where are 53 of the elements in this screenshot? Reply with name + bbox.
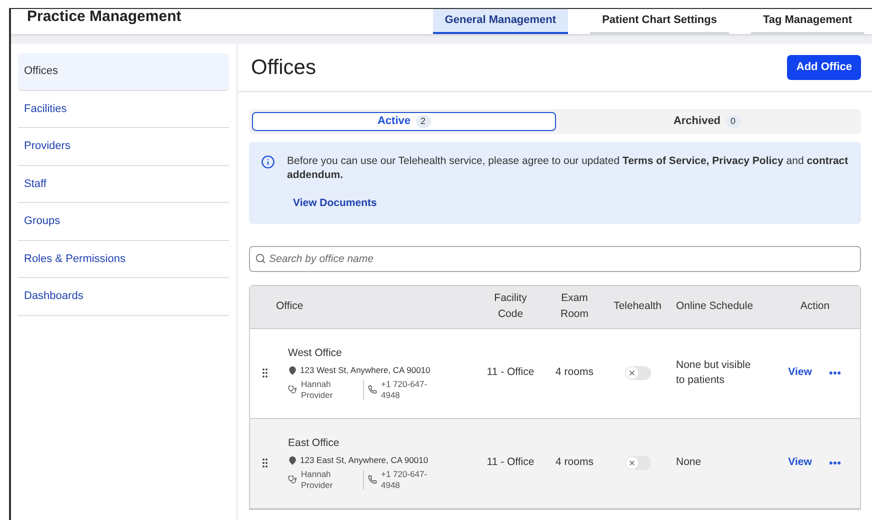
table-cell: None but visible to patients	[676, 358, 751, 386]
column-header: Action	[799, 298, 831, 314]
phone-number: +1 720-647-4948	[381, 378, 428, 400]
sidebar-item[interactable]: Staff	[18, 166, 229, 203]
view-link[interactable]: View	[788, 455, 812, 472]
table-row[interactable]: East Office 123 East St, Anywhere, CA 90010 Hannah Provider +1 720-647-4948 11 - Office 4 rooms None View	[250, 418, 860, 509]
phone-icon	[368, 385, 377, 394]
sidebar-item[interactable]: Groups	[18, 203, 229, 240]
table-cell-text: 11 - Office	[486, 365, 534, 380]
x-icon	[628, 369, 636, 378]
info-icon	[261, 155, 275, 169]
office-name: West Office	[288, 346, 343, 361]
toggle-switch[interactable]	[624, 456, 650, 470]
sidebar-item[interactable]: Roles & Permissions	[18, 240, 229, 278]
table-cell-text: 4 rooms	[556, 455, 594, 470]
table-cell: None	[676, 456, 702, 468]
toggle-switch[interactable]	[624, 366, 650, 380]
status-tab[interactable]: Active 2	[252, 112, 556, 131]
view-link[interactable]: View	[788, 365, 812, 382]
office-name: East Office	[288, 436, 340, 451]
provider-name: Hannah Provider	[301, 378, 334, 400]
column-header: Exam Room	[559, 291, 590, 322]
sidebar-item[interactable]: Offices	[18, 53, 229, 90]
office-address: 123 East St, Anywhere, CA 90010	[300, 454, 428, 466]
phone-icon	[368, 475, 377, 484]
sidebar-item[interactable]: Providers	[18, 128, 229, 166]
x-icon	[628, 459, 636, 468]
add-office-button[interactable]: Add Office	[787, 55, 861, 80]
column-header: Facility Code	[493, 291, 528, 322]
notice-text: Before you can use our Telehealth service, please agree to our updated Terms of Service, Privacy Policy and contract addendum.	[287, 154, 849, 182]
page-title: Offices	[251, 54, 316, 81]
column-header: Online Schedule	[675, 298, 754, 314]
stethoscope-icon	[288, 475, 297, 484]
table-cell-text: 4 rooms	[556, 365, 594, 380]
search-icon	[255, 253, 266, 264]
nav-tab[interactable]: General Management	[432, 9, 568, 34]
location-pin-icon	[288, 366, 297, 375]
sidebar-item[interactable]: Facilities	[18, 90, 229, 128]
nav-tab[interactable]: Patient Chart Settings	[590, 9, 729, 34]
nav-tab[interactable]: Tag Management	[750, 9, 864, 34]
table-cell-text: 11 - Office	[486, 455, 534, 470]
search-field[interactable]: Search by office name	[249, 246, 861, 272]
view-documents-link[interactable]: View Documents	[293, 196, 849, 212]
app-title: Practice Management	[27, 6, 182, 26]
stethoscope-icon	[288, 385, 297, 394]
column-header: Telehealth	[612, 298, 662, 314]
office-address: 123 West St, Anywhere, CA 90010	[300, 364, 430, 376]
provider-name: Hannah Provider	[301, 468, 334, 490]
sidebar-item[interactable]: Dashboards	[18, 278, 229, 316]
column-header: Office	[275, 298, 304, 314]
phone-number: +1 720-647-4948	[381, 468, 428, 490]
status-tab[interactable]: Archived 0	[556, 112, 858, 131]
location-pin-icon	[288, 456, 297, 465]
